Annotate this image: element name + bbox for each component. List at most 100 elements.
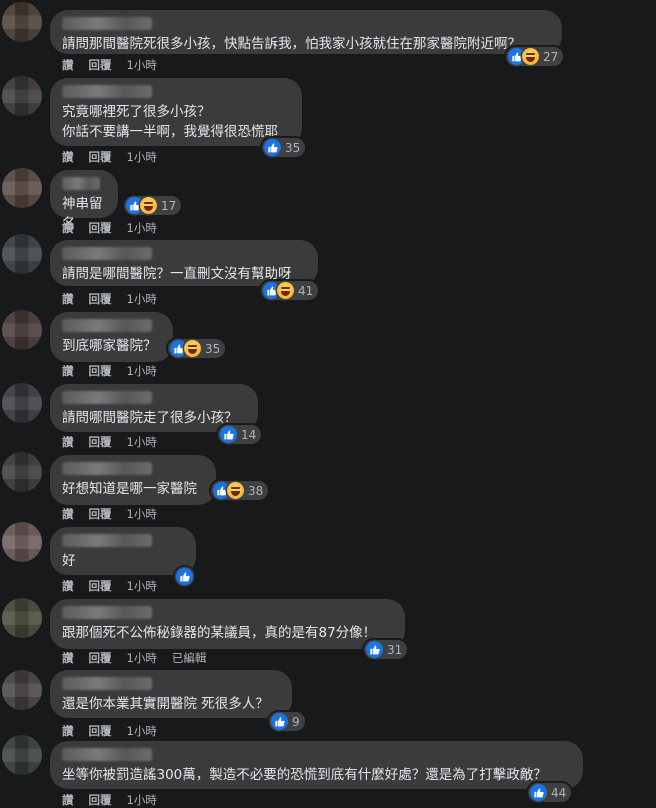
commenter-name-blurred[interactable]	[62, 17, 152, 30]
commenter-name-blurred[interactable]	[62, 85, 152, 98]
avatar[interactable]	[2, 168, 42, 208]
comment-bubble: 跟那個死不公佈秘錄器的某議員，真的是有87分像！	[50, 599, 405, 649]
timestamp-link[interactable]: 1小時	[127, 723, 157, 739]
like-reaction-icon	[264, 139, 281, 156]
like-link[interactable]: 讚	[62, 434, 74, 450]
reaction-count: 35	[285, 140, 301, 155]
reaction-count: 27	[543, 49, 559, 64]
reply-link[interactable]: 回覆	[89, 363, 112, 379]
haha-reaction-icon	[227, 482, 244, 499]
comment-actions: 讚回覆 1小時	[62, 434, 172, 450]
timestamp-link[interactable]: 1小時	[127, 363, 157, 379]
comment-bubble: 好想知道是哪一家醫院	[50, 455, 216, 505]
comment-text: 好想知道是哪一家醫院	[62, 481, 197, 497]
avatar[interactable]	[2, 598, 42, 638]
comment-bubble: 神串留名	[50, 170, 118, 232]
reactions-summary[interactable]: 9	[269, 712, 305, 731]
timestamp-link[interactable]: 1小時	[127, 220, 157, 236]
reaction-count: 44	[551, 785, 567, 800]
comment-text: 到底哪家醫院？	[62, 338, 157, 354]
reply-link[interactable]: 回覆	[89, 149, 112, 165]
timestamp-link[interactable]: 1小時	[127, 650, 157, 666]
reaction-count: 17	[161, 198, 177, 213]
like-link[interactable]: 讚	[62, 57, 74, 73]
reaction-count: 14	[241, 427, 257, 442]
reactions-summary[interactable]: 41	[261, 281, 319, 300]
comment-bubble: 坐等你被罰造謠300萬，製造不必要的恐慌到底有什麼好處？還是為了打擊政敵？	[50, 741, 583, 789]
comment-text: 跟那個死不公佈秘錄器的某議員，真的是有87分像！	[62, 625, 377, 641]
edited-label[interactable]: 已編輯	[172, 650, 207, 666]
comment-bubble: 到底哪家醫院？	[50, 312, 173, 362]
reactions-summary[interactable]	[175, 567, 194, 586]
avatar[interactable]	[2, 670, 42, 710]
timestamp-link[interactable]: 1小時	[127, 149, 157, 165]
commenter-name-blurred[interactable]	[62, 247, 152, 260]
avatar[interactable]	[2, 310, 42, 350]
timestamp-link[interactable]: 1小時	[127, 578, 157, 594]
timestamp-link[interactable]: 1小時	[127, 291, 157, 307]
avatar[interactable]	[2, 522, 42, 562]
reactions-summary[interactable]: 35	[168, 339, 226, 358]
comment-bubble: 請問那間醫院死很多小孩，快點告訴我，怕我家小孩就住在那家醫院附近啊？	[50, 10, 562, 54]
comment-list: 請問那間醫院死很多小孩，快點告訴我，怕我家小孩就住在那家醫院附近啊？ 27 讚回覆 1…	[0, 0, 656, 807]
like-link[interactable]: 讚	[62, 506, 74, 522]
commenter-name-blurred[interactable]	[62, 677, 152, 690]
comment-bubble: 請問是哪間醫院？一直刪文沒有幫助呀	[50, 240, 318, 286]
avatar[interactable]	[2, 735, 42, 775]
timestamp-link[interactable]: 1小時	[127, 57, 157, 73]
commenter-name-blurred[interactable]	[62, 319, 152, 332]
avatar[interactable]	[2, 234, 42, 274]
reactions-summary[interactable]: 14	[218, 425, 262, 444]
reply-link[interactable]: 回覆	[89, 291, 112, 307]
comment-text: 究竟哪裡死了很多小孩？ 你話不要講一半啊，我覺得很恐慌耶	[62, 104, 278, 140]
like-reaction-icon	[271, 713, 288, 730]
reply-link[interactable]: 回覆	[89, 434, 112, 450]
commenter-name-blurred[interactable]	[62, 391, 152, 404]
commenter-name-blurred[interactable]	[62, 534, 152, 547]
like-link[interactable]: 讚	[62, 578, 74, 594]
reaction-count: 9	[292, 714, 300, 729]
reactions-summary[interactable]: 31	[364, 640, 408, 659]
commenter-name-blurred[interactable]	[62, 462, 152, 475]
comment-bubble: 究竟哪裡死了很多小孩？ 你話不要講一半啊，我覺得很恐慌耶	[50, 78, 302, 146]
reaction-count: 35	[205, 341, 221, 356]
like-link[interactable]: 讚	[62, 220, 74, 236]
commenter-name-blurred[interactable]	[62, 606, 152, 619]
reply-link[interactable]: 回覆	[89, 506, 112, 522]
avatar[interactable]	[2, 2, 42, 42]
reactions-summary[interactable]: 44	[528, 783, 572, 802]
reply-link[interactable]: 回覆	[89, 723, 112, 739]
comment-text: 請問哪間醫院走了很多小孩？	[62, 410, 238, 426]
like-reaction-icon	[176, 568, 193, 585]
reaction-count: 31	[387, 642, 403, 657]
timestamp-link[interactable]: 1小時	[127, 434, 157, 450]
timestamp-link[interactable]: 1小時	[127, 506, 157, 522]
commenter-name-blurred[interactable]	[62, 177, 100, 190]
comment-actions: 讚回覆 1小時	[62, 291, 172, 307]
reactions-summary[interactable]: 38	[211, 481, 269, 500]
reply-link[interactable]: 回覆	[89, 650, 112, 666]
haha-reaction-icon	[184, 340, 201, 357]
reply-link[interactable]: 回覆	[89, 578, 112, 594]
like-link[interactable]: 讚	[62, 291, 74, 307]
commenter-name-blurred[interactable]	[62, 748, 152, 761]
like-link[interactable]: 讚	[62, 363, 74, 379]
comment-text: 好	[62, 553, 76, 569]
comment-text: 請問那間醫院死很多小孩，快點告訴我，怕我家小孩就住在那家醫院附近啊？	[62, 36, 521, 52]
reactions-summary[interactable]: 27	[506, 47, 564, 66]
comment-actions: 讚回覆 1小時	[62, 363, 172, 379]
comment-actions: 讚回覆 1小時	[62, 149, 172, 165]
avatar[interactable]	[2, 383, 42, 423]
reply-link[interactable]: 回覆	[89, 220, 112, 236]
avatar[interactable]	[2, 76, 42, 116]
like-link[interactable]: 讚	[62, 149, 74, 165]
comment-actions: 讚回覆 1小時	[62, 723, 172, 739]
avatar[interactable]	[2, 452, 42, 492]
reactions-summary[interactable]: 17	[124, 196, 182, 215]
like-link[interactable]: 讚	[62, 650, 74, 666]
haha-reaction-icon	[140, 197, 157, 214]
comment-bubble: 好	[50, 527, 196, 575]
reactions-summary[interactable]: 35	[262, 138, 306, 157]
like-link[interactable]: 讚	[62, 723, 74, 739]
reply-link[interactable]: 回覆	[89, 57, 112, 73]
